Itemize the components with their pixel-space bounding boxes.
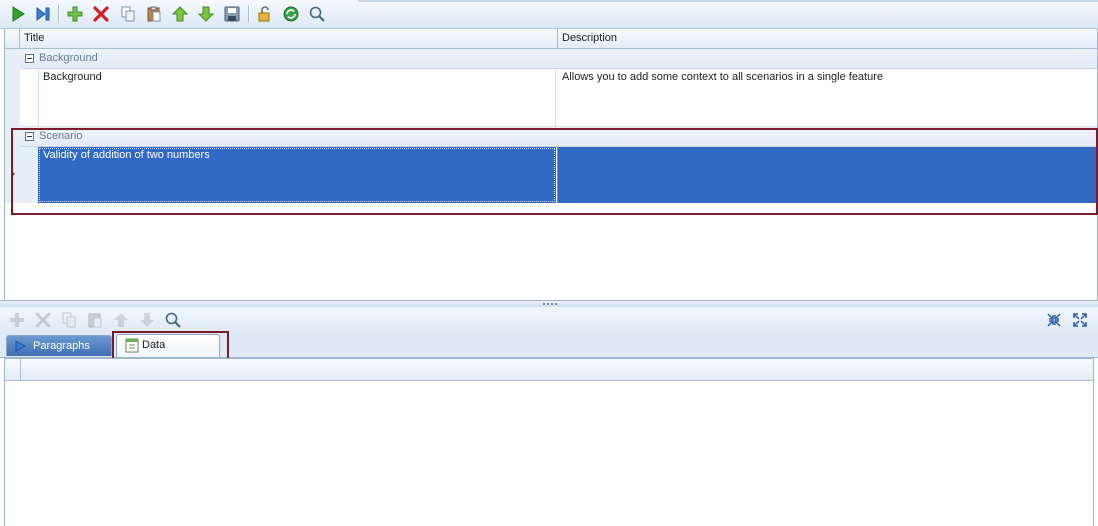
collapse-icon[interactable] — [25, 54, 34, 63]
search-icon — [309, 6, 325, 22]
tab-paragraphs[interactable]: Paragraphs — [6, 335, 112, 356]
toolbar-edge — [358, 0, 1098, 2]
copy-icon — [121, 6, 135, 22]
search-icon — [165, 312, 181, 328]
column-header-description[interactable]: Description — [557, 29, 1096, 48]
row-lead — [20, 69, 39, 126]
refresh-icon — [283, 6, 299, 22]
save-button[interactable] — [221, 4, 243, 24]
table-row-selected[interactable]: Validity of addition of two numbers — [20, 147, 1097, 203]
column-description-label: Description — [562, 32, 618, 44]
unlock-icon — [258, 6, 270, 22]
search-button[interactable] — [162, 310, 184, 330]
move-up-button[interactable] — [110, 310, 132, 330]
main-toolbar — [0, 0, 1098, 29]
tab-strip: Paragraphs Data — [0, 333, 1098, 358]
move-up-icon — [114, 313, 128, 327]
expand-icon — [1073, 313, 1087, 327]
tab-label: Data — [142, 339, 166, 351]
lower-toolbar — [0, 307, 1098, 333]
move-down-icon — [140, 313, 154, 327]
group-label: Scenario — [39, 130, 83, 142]
search-button[interactable] — [306, 4, 328, 24]
copy-button[interactable] — [117, 4, 139, 24]
copy-button[interactable] — [58, 310, 80, 330]
delete-button[interactable] — [32, 310, 54, 330]
tab-label: Paragraphs — [33, 340, 90, 352]
data-grid — [4, 358, 1094, 526]
delete-icon — [35, 312, 51, 328]
toolbar-separator — [58, 5, 60, 23]
column-header-title[interactable]: Title — [19, 29, 558, 48]
data-table-icon — [125, 338, 139, 353]
paste-icon — [88, 313, 102, 328]
move-down-button[interactable] — [195, 4, 217, 24]
collapse-panel-button[interactable] — [1043, 310, 1065, 330]
step-button[interactable] — [32, 4, 54, 24]
run-button[interactable] — [7, 4, 29, 24]
current-row-arrow-icon — [11, 170, 15, 178]
save-icon — [224, 6, 240, 22]
group-label: Background — [39, 52, 98, 64]
step-icon — [36, 7, 50, 21]
move-down-button[interactable] — [136, 310, 158, 330]
collapse-icon[interactable] — [25, 132, 34, 141]
title-cell[interactable]: Background — [38, 69, 556, 126]
row-lead — [20, 147, 39, 203]
add-button[interactable] — [6, 310, 28, 330]
move-up-icon — [171, 6, 189, 22]
add-button[interactable] — [64, 4, 86, 24]
delete-icon — [93, 6, 109, 22]
toolbar-separator — [248, 5, 250, 23]
column-title-label: Title — [24, 32, 45, 44]
play-icon — [15, 340, 26, 352]
splitter-grip-icon[interactable] — [543, 303, 557, 305]
data-grid-header — [5, 359, 1093, 381]
move-up-button[interactable] — [169, 4, 191, 24]
paste-icon — [147, 6, 161, 22]
grid-header: Title Description — [5, 29, 1097, 49]
table-row[interactable]: Background Allows you to add some contex… — [20, 69, 1097, 127]
title-cell[interactable]: Validity of addition of two numbers — [38, 147, 556, 203]
delete-button[interactable] — [90, 4, 112, 24]
group-row-background[interactable]: Background — [20, 49, 1097, 69]
expand-panel-button[interactable] — [1069, 310, 1091, 330]
scenario-grid: Title Description Background Background … — [4, 29, 1098, 301]
copy-icon — [62, 312, 76, 328]
run-icon — [12, 6, 25, 22]
collapse-icon — [1047, 313, 1061, 327]
unlock-button[interactable] — [254, 4, 276, 24]
paste-button[interactable] — [143, 4, 165, 24]
group-row-scenario[interactable]: Scenario — [20, 127, 1097, 147]
row-indicator-column — [5, 49, 21, 203]
tab-data[interactable]: Data — [116, 334, 220, 357]
paste-button[interactable] — [84, 310, 106, 330]
description-cell[interactable]: Allows you to add some context to all sc… — [557, 69, 1097, 126]
data-grid-corner — [5, 359, 21, 380]
move-down-icon — [197, 6, 215, 22]
refresh-button[interactable] — [280, 4, 302, 24]
add-icon — [67, 6, 83, 22]
add-icon — [10, 313, 24, 327]
description-cell[interactable] — [557, 147, 1097, 203]
